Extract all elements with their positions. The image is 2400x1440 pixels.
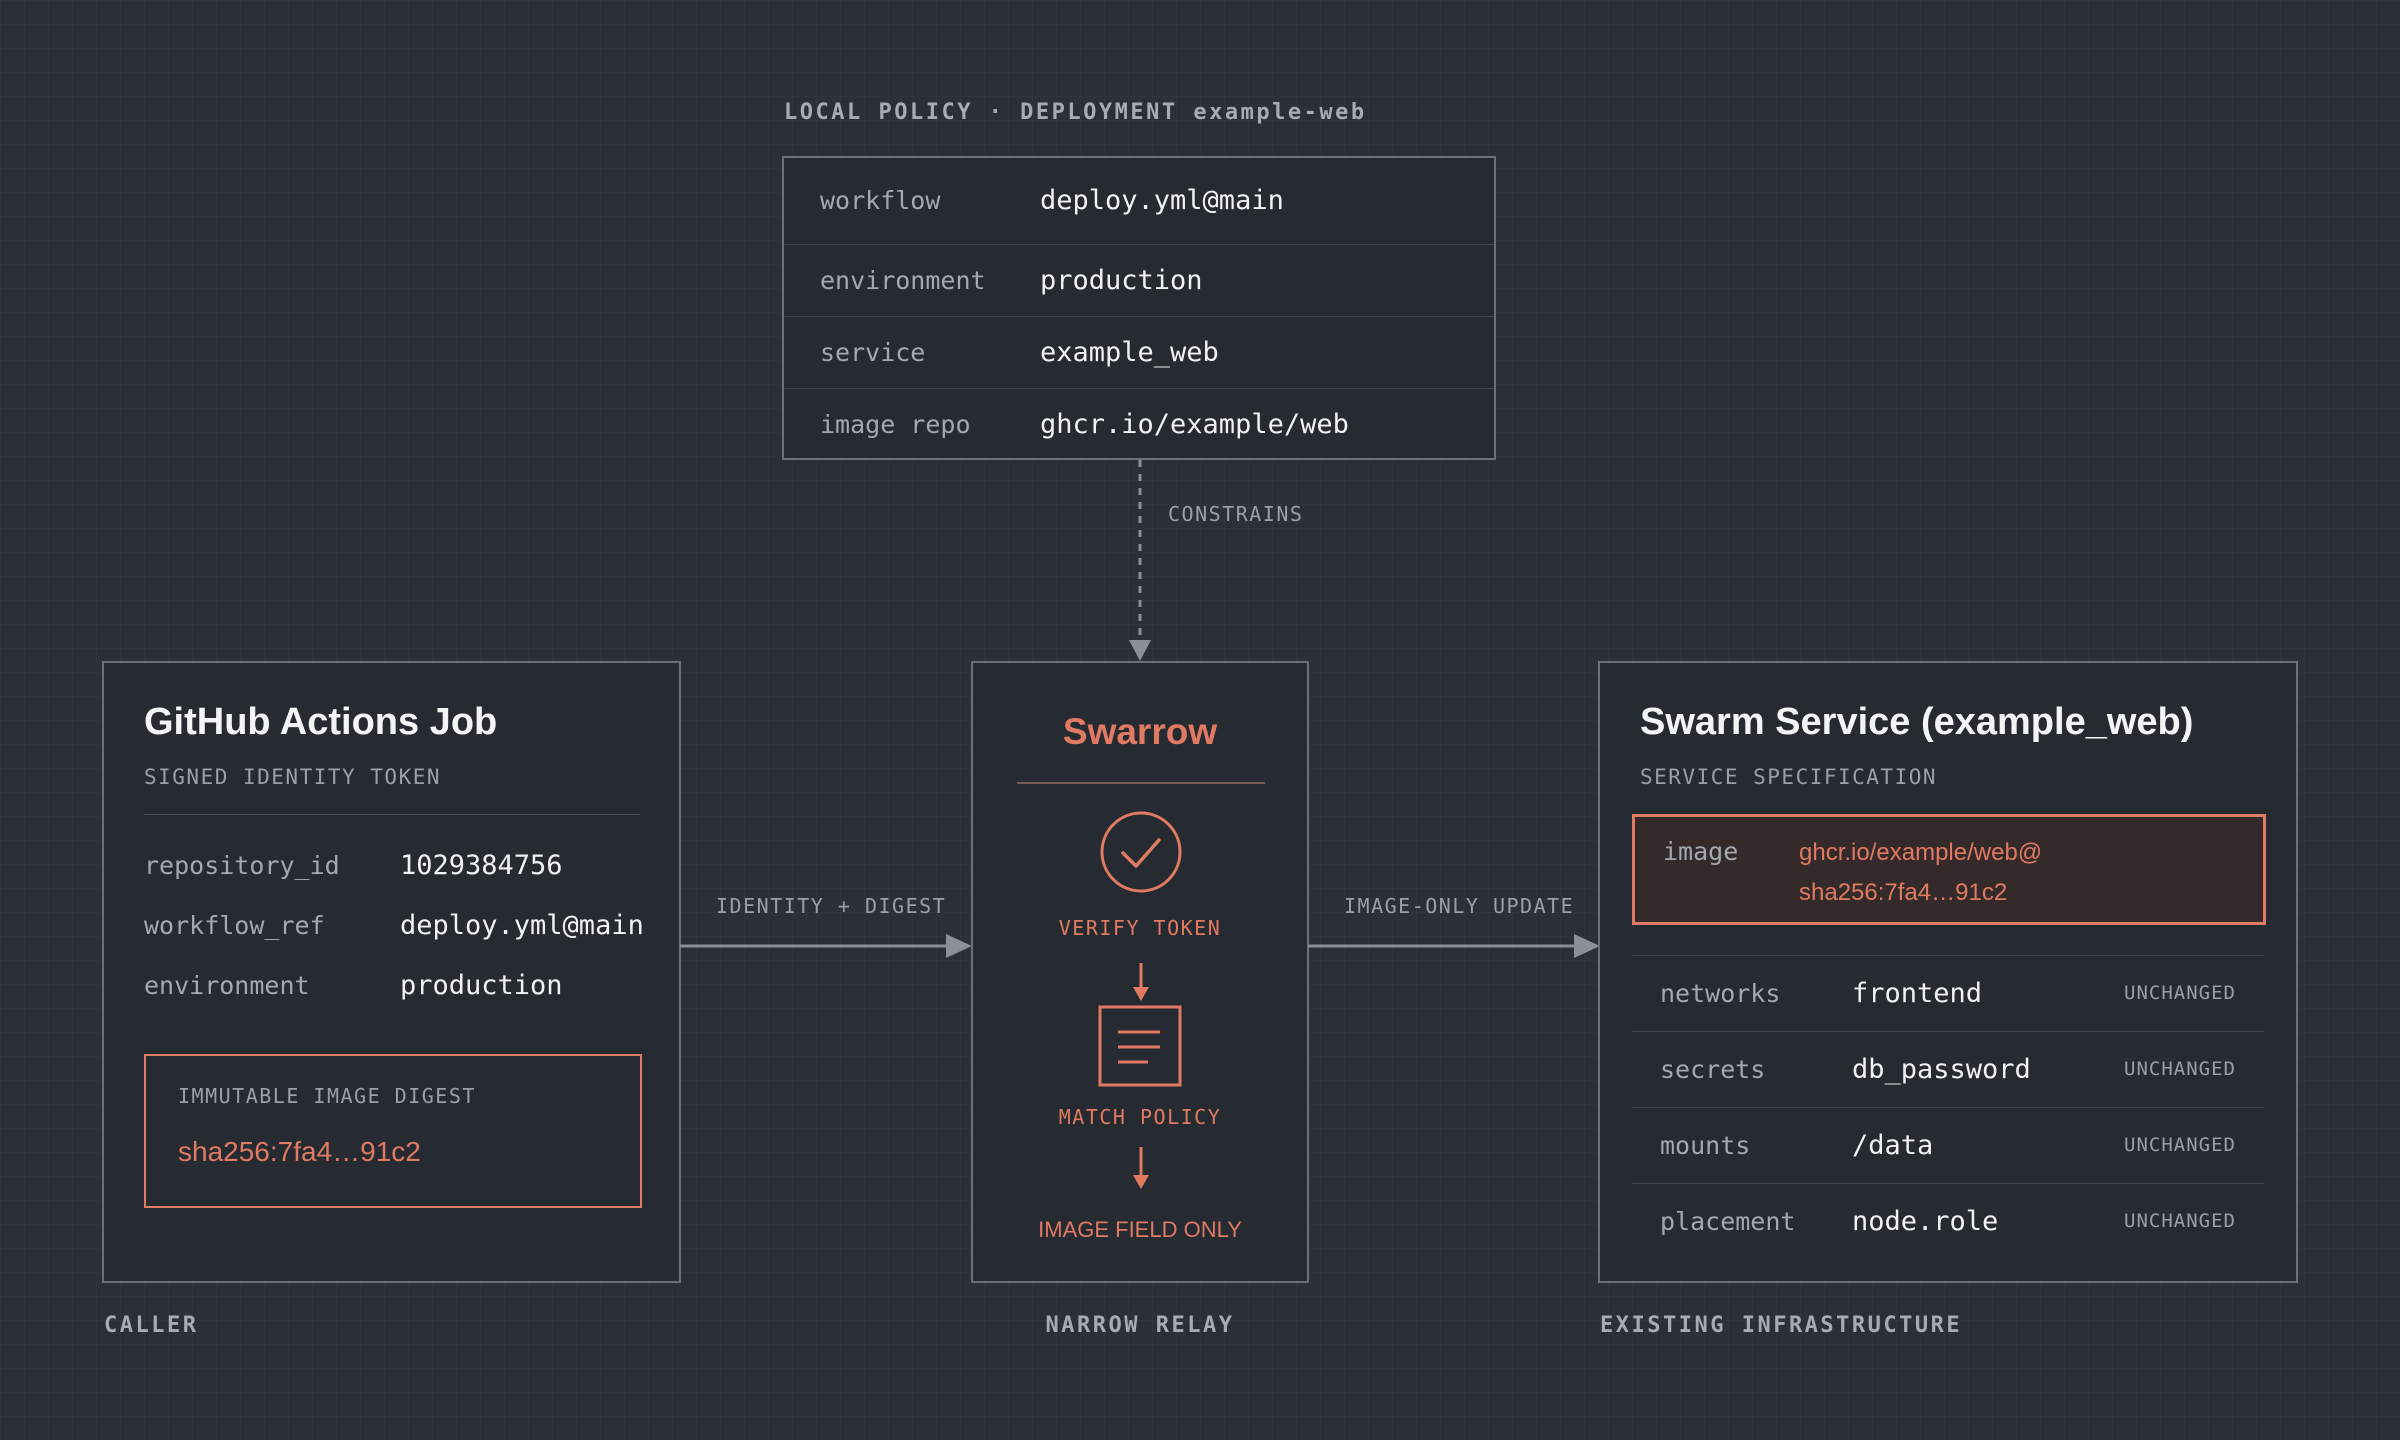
caller-row-repository-id: repository_id 1029384756 <box>144 836 664 896</box>
caller-key: environment <box>144 971 310 1000</box>
image-only-update-arrow <box>1308 934 1600 958</box>
service-key: networks <box>1660 979 1781 1008</box>
match-policy-label: MATCH POLICY <box>1058 1105 1222 1129</box>
relay-card: Swarrow VERIFY TOKEN MATCH POLICY IMAGE … <box>971 661 1309 1283</box>
policy-key: environment <box>820 266 986 295</box>
image-value-line2: sha256:7fa4…91c2 <box>1799 879 2008 906</box>
policy-value: production <box>1040 265 1203 296</box>
image-highlight-box: image ghcr.io/example/web@ sha256:7fa4…9… <box>1632 814 2266 925</box>
image-only-update-label: IMAGE-ONLY UPDATE <box>1344 894 1575 918</box>
policy-table: workflow deploy.yml@main environment pro… <box>782 156 1496 460</box>
image-value-line1: ghcr.io/example/web@ <box>1799 839 2043 866</box>
caller-key: workflow_ref <box>144 911 325 940</box>
policy-value: deploy.yml@main <box>1040 185 1284 216</box>
identity-digest-label: IDENTITY + DIGEST <box>716 894 947 918</box>
identity-digest-arrow <box>680 934 972 958</box>
step-arrow-2 <box>1133 1147 1149 1189</box>
service-row-mounts: mounts /data UNCHANGED <box>1632 1107 2264 1183</box>
constrains-label: CONSTRAINS <box>1168 502 1304 526</box>
digest-label: IMMUTABLE IMAGE DIGEST <box>178 1084 476 1108</box>
service-row-secrets: secrets db_password UNCHANGED <box>1632 1031 2264 1107</box>
service-row-networks: networks frontend UNCHANGED <box>1632 955 2264 1031</box>
caller-divider <box>144 814 640 815</box>
step-arrow-1 <box>1133 963 1149 1001</box>
service-subtitle: SERVICE SPECIFICATION <box>1640 765 1938 789</box>
caller-title: GitHub Actions Job <box>144 701 498 743</box>
policy-value: example_web <box>1040 337 1219 368</box>
policy-key: workflow <box>820 186 941 215</box>
policy-row-environment: environment production <box>784 244 1494 317</box>
check-circle-icon <box>1100 811 1182 893</box>
service-card: Swarm Service (example_web) SERVICE SPEC… <box>1598 661 2298 1283</box>
caller-subtitle: SIGNED IDENTITY TOKEN <box>144 765 442 789</box>
caller-row-environment: environment production <box>144 956 664 1016</box>
service-row-placement: placement node.role UNCHANGED <box>1632 1183 2264 1259</box>
document-icon <box>1098 1005 1182 1087</box>
relay-divider <box>1017 782 1265 784</box>
caller-row-workflow-ref: workflow_ref deploy.yml@main <box>144 896 664 956</box>
verify-token-label: VERIFY TOKEN <box>1058 916 1222 940</box>
policy-key: image repo <box>820 410 971 439</box>
relay-footer: NARROW RELAY <box>1045 1313 1235 1338</box>
service-title: Swarm Service (example_web) <box>1640 701 2194 743</box>
digest-box: IMMUTABLE IMAGE DIGEST sha256:7fa4…91c2 <box>144 1054 642 1208</box>
digest-value: sha256:7fa4…91c2 <box>178 1136 421 1167</box>
service-value: /data <box>1852 1130 1934 1161</box>
caller-value: production <box>400 970 563 1001</box>
status-badge: UNCHANGED <box>2124 1058 2236 1080</box>
service-value: node.role <box>1852 1206 1999 1237</box>
caller-value: deploy.yml@main <box>400 910 644 941</box>
service-key: secrets <box>1660 1055 1766 1084</box>
policy-row-image-repo: image repo ghcr.io/example/web <box>784 388 1494 458</box>
policy-row-service: service example_web <box>784 316 1494 389</box>
policy-heading: LOCAL POLICY · DEPLOYMENT example-web <box>784 100 1367 125</box>
service-footer: EXISTING INFRASTRUCTURE <box>1600 1313 1963 1338</box>
caller-key: repository_id <box>144 851 340 880</box>
status-badge: UNCHANGED <box>2124 1210 2236 1232</box>
service-value: db_password <box>1852 1054 2031 1085</box>
service-key: mounts <box>1660 1131 1751 1160</box>
image-field-only-label: IMAGE FIELD ONLY <box>1038 1217 1242 1242</box>
service-key: placement <box>1660 1207 1796 1236</box>
relay-title: Swarrow <box>1062 711 1218 752</box>
caller-value: 1029384756 <box>400 850 563 881</box>
caller-card: GitHub Actions Job SIGNED IDENTITY TOKEN… <box>102 661 681 1283</box>
service-value: frontend <box>1852 978 1983 1009</box>
status-badge: UNCHANGED <box>2124 1134 2236 1156</box>
constrains-arrow <box>1129 460 1151 661</box>
policy-row-workflow: workflow deploy.yml@main <box>784 158 1494 244</box>
policy-key: service <box>820 338 926 367</box>
status-badge: UNCHANGED <box>2124 982 2236 1004</box>
image-key: image <box>1663 837 1739 866</box>
policy-value: ghcr.io/example/web <box>1040 409 1349 440</box>
caller-footer: CALLER <box>104 1313 199 1338</box>
